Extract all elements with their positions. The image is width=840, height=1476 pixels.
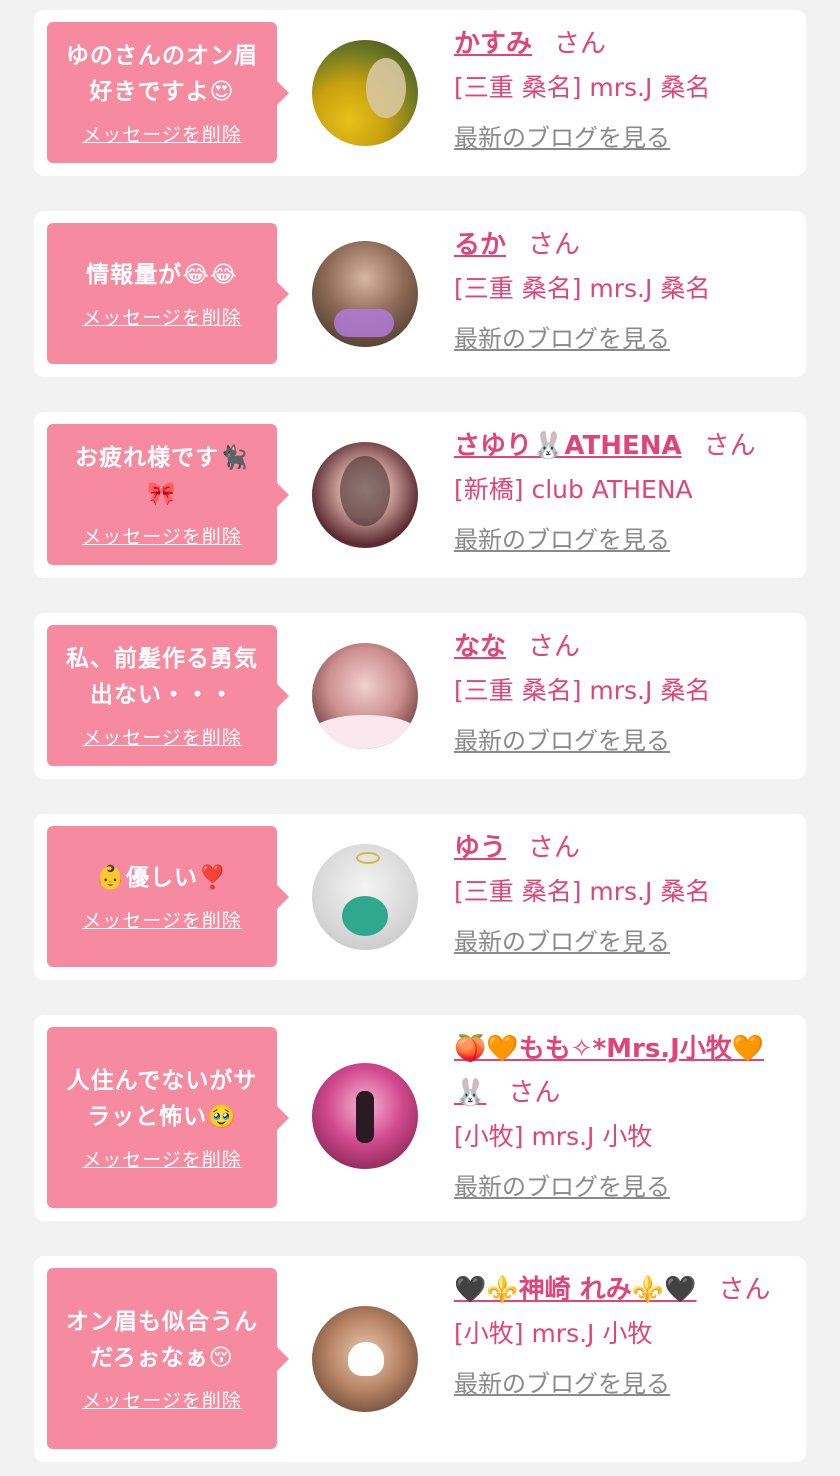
name-row: かすみ さん [454, 22, 784, 66]
latest-blog-link[interactable]: 最新のブログを見る [454, 319, 670, 359]
message-line: オン眉も似合うん [66, 1309, 258, 1335]
message-bubble: 人住んでないがサ ラッと怖い🥹 メッセージを削除 [47, 1027, 289, 1208]
message-line: 人住んでないがサ [66, 1068, 258, 1094]
message-text: 情報量が😂😂 [76, 257, 248, 293]
message-line: お疲れ様です🐈‍⬛ [75, 445, 249, 471]
honorific: さん [508, 1078, 561, 1108]
message-text: 私、前髪作る勇気 出ない・・・ [56, 641, 268, 713]
delete-message-link[interactable]: メッセージを削除 [82, 723, 242, 750]
message-line: ラッと怖い🥹 [87, 1104, 237, 1130]
avatar[interactable] [312, 442, 418, 548]
user-name-link[interactable]: 🖤⚜️神崎 れみ⚜️🖤 [454, 1275, 697, 1305]
user-info: ゆう さん [三重 桑名] mrs.J 桑名 最新のブログを見る [454, 826, 784, 962]
message-bubble: ゆのさんのオン眉 好きですよ😍 メッセージを削除 [47, 22, 289, 163]
message-card: ゆのさんのオン眉 好きですよ😍 メッセージを削除 かすみ さん [三重 桑名] m… [34, 10, 806, 176]
name-row: るか さん [454, 223, 784, 267]
delete-message-link[interactable]: メッセージを削除 [82, 1386, 242, 1413]
avatar[interactable] [312, 1063, 418, 1169]
user-info: かすみ さん [三重 桑名] mrs.J 桑名 最新のブログを見る [454, 22, 784, 158]
name-row: ゆう さん [454, 826, 784, 870]
message-list: ゆのさんのオン眉 好きですよ😍 メッセージを削除 かすみ さん [三重 桑名] m… [0, 0, 840, 1476]
message-line: ゆのさんのオン眉 [66, 43, 258, 69]
avatar[interactable] [312, 844, 418, 950]
user-name-link[interactable]: さゆり🐰ATHENA [454, 431, 682, 461]
user-info: るか さん [三重 桑名] mrs.J 桑名 最新のブログを見る [454, 223, 784, 359]
latest-blog-link[interactable]: 最新のブログを見る [454, 1167, 670, 1207]
message-bubble: お疲れ様です🐈‍⬛ 🎀 メッセージを削除 [47, 424, 289, 565]
message-bubble: 👶優しい❣️ メッセージを削除 [47, 826, 289, 967]
name-row: 🖤⚜️神崎 れみ⚜️🖤 さん [454, 1268, 784, 1312]
message-line: 👶優しい❣️ [96, 865, 228, 891]
message-line: 出ない・・・ [90, 682, 234, 708]
delete-message-link[interactable]: メッセージを削除 [82, 522, 242, 549]
latest-blog-link[interactable]: 最新のブログを見る [454, 1364, 670, 1404]
message-text: お疲れ様です🐈‍⬛ 🎀 [65, 440, 259, 512]
latest-blog-link[interactable]: 最新のブログを見る [454, 922, 670, 962]
avatar[interactable] [312, 40, 418, 146]
user-name-link[interactable]: なな [454, 632, 506, 662]
shop-name: [三重 桑名] mrs.J 桑名 [454, 676, 711, 705]
message-line: 情報量が😂😂 [86, 262, 238, 288]
message-text: オン眉も似合うん だろぉなぁ😚 [56, 1304, 268, 1376]
message-card: 👶優しい❣️ メッセージを削除 ゆう さん [三重 桑名] mrs.J 桑名 最新… [34, 814, 806, 980]
avatar[interactable] [312, 241, 418, 347]
message-bubble: 私、前髪作る勇気 出ない・・・ メッセージを削除 [47, 625, 289, 766]
delete-message-link[interactable]: メッセージを削除 [82, 120, 242, 147]
user-name-link[interactable]: かすみ [454, 29, 532, 59]
shop-name: [小牧] mrs.J 小牧 [454, 1319, 653, 1348]
message-card: 私、前髪作る勇気 出ない・・・ メッセージを削除 なな さん [三重 桑名] mr… [34, 613, 806, 779]
user-info: 🍑🧡もも✧*Mrs.J小牧🧡🐰 さん [小牧] mrs.J 小牧 最新のブログを見… [454, 1027, 784, 1207]
honorific: さん [528, 632, 581, 662]
honorific: さん [718, 1275, 771, 1305]
user-name-link[interactable]: 🍑🧡もも✧*Mrs.J小牧🧡🐰 [454, 1034, 764, 1108]
latest-blog-link[interactable]: 最新のブログを見る [454, 520, 670, 560]
honorific: さん [528, 230, 581, 260]
delete-message-link[interactable]: メッセージを削除 [82, 906, 242, 933]
message-line: だろぉなぁ😚 [90, 1345, 234, 1371]
message-line: 🎀 [147, 481, 177, 507]
name-row: 🍑🧡もも✧*Mrs.J小牧🧡🐰 さん [454, 1027, 784, 1115]
shop-name: [新橋] club ATHENA [454, 475, 693, 504]
message-line: 私、前髪作る勇気 [66, 646, 258, 672]
honorific: さん [528, 833, 581, 863]
message-card: 人住んでないがサ ラッと怖い🥹 メッセージを削除 🍑🧡もも✧*Mrs.J小牧🧡🐰… [34, 1015, 806, 1221]
delete-message-link[interactable]: メッセージを削除 [82, 1145, 242, 1172]
message-bubble: 情報量が😂😂 メッセージを削除 [47, 223, 289, 364]
avatar[interactable] [312, 1306, 418, 1412]
shop-name: [三重 桑名] mrs.J 桑名 [454, 73, 711, 102]
honorific: さん [703, 431, 756, 461]
shop-name: [三重 桑名] mrs.J 桑名 [454, 274, 711, 303]
message-text: ゆのさんのオン眉 好きですよ😍 [56, 38, 268, 110]
message-line: 好きですよ😍 [89, 79, 235, 105]
user-info: さゆり🐰ATHENA さん [新橋] club ATHENA 最新のブログを見る [454, 424, 784, 560]
message-card: オン眉も似合うん だろぉなぁ😚 メッセージを削除 🖤⚜️神崎 れみ⚜️🖤 さん [… [34, 1256, 806, 1462]
user-info: なな さん [三重 桑名] mrs.J 桑名 最新のブログを見る [454, 625, 784, 761]
shop-name: [小牧] mrs.J 小牧 [454, 1122, 653, 1151]
user-name-link[interactable]: ゆう [454, 833, 506, 863]
message-card: 情報量が😂😂 メッセージを削除 るか さん [三重 桑名] mrs.J 桑名 最新… [34, 211, 806, 377]
shop-name: [三重 桑名] mrs.J 桑名 [454, 877, 711, 906]
avatar[interactable] [312, 643, 418, 749]
user-info: 🖤⚜️神崎 れみ⚜️🖤 さん [小牧] mrs.J 小牧 最新のブログを見る [454, 1268, 784, 1404]
message-bubble: オン眉も似合うん だろぉなぁ😚 メッセージを削除 [47, 1268, 289, 1449]
honorific: さん [554, 29, 607, 59]
delete-message-link[interactable]: メッセージを削除 [82, 303, 242, 330]
message-text: 👶優しい❣️ [86, 860, 237, 896]
latest-blog-link[interactable]: 最新のブログを見る [454, 721, 670, 761]
name-row: なな さん [454, 625, 784, 669]
user-name-link[interactable]: るか [454, 230, 506, 260]
message-card: お疲れ様です🐈‍⬛ 🎀 メッセージを削除 さゆり🐰ATHENA さん [新橋] c… [34, 412, 806, 578]
message-text: 人住んでないがサ ラッと怖い🥹 [57, 1063, 268, 1135]
latest-blog-link[interactable]: 最新のブログを見る [454, 118, 670, 158]
name-row: さゆり🐰ATHENA さん [454, 424, 784, 468]
